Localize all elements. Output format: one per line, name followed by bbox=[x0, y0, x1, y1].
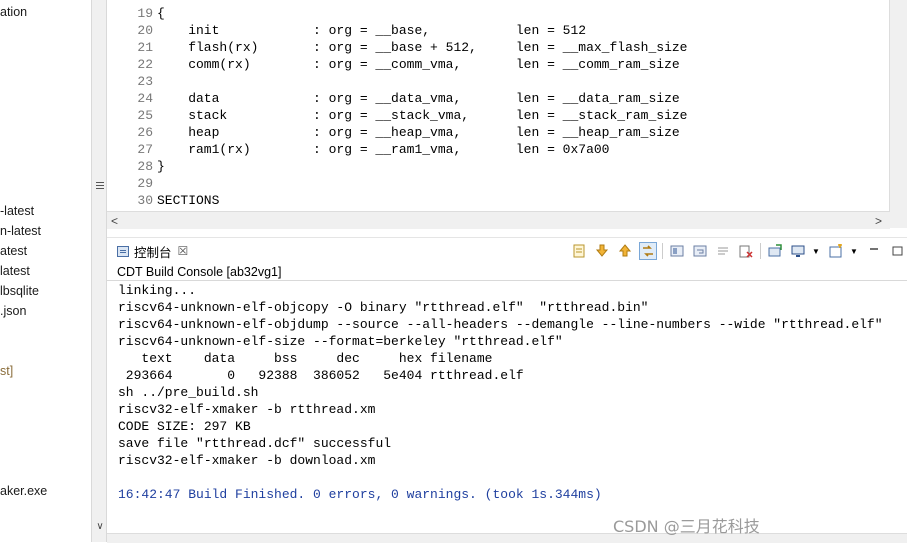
code-text: init : org = __base, len = 512 bbox=[157, 23, 587, 38]
console-line: riscv64-unknown-elf-objcopy -O binary "r… bbox=[118, 300, 649, 315]
console-line: text data bss dec hex filename bbox=[118, 351, 493, 366]
code-text: SECTIONS bbox=[157, 193, 220, 208]
console-line: linking... bbox=[118, 283, 197, 298]
clear-console-icon[interactable] bbox=[737, 242, 755, 260]
line-number: 30 bbox=[137, 193, 153, 208]
code-line[interactable]: 25 stack : org = __stack_vma, len = __st… bbox=[118, 107, 688, 124]
code-line[interactable]: 24 data : org = __data_vma, len = __data… bbox=[118, 90, 688, 107]
line-number: 21 bbox=[137, 40, 153, 55]
code-line[interactable]: 28} bbox=[118, 158, 688, 175]
code-line[interactable]: 19 { bbox=[118, 5, 688, 22]
explorer-vertical-scrollbar[interactable]: ∨ bbox=[91, 0, 107, 542]
main-area: 18MEMORY19{20 init : org = __base, len =… bbox=[107, 0, 907, 543]
code-line[interactable]: 20 init : org = __base, len = 512 bbox=[118, 22, 688, 39]
scroll-corner bbox=[890, 212, 907, 228]
display-console-icon[interactable] bbox=[789, 242, 807, 260]
code-line[interactable]: 29 bbox=[118, 175, 688, 192]
explorer-item[interactable]: atest bbox=[0, 244, 27, 258]
code-text: } bbox=[157, 159, 165, 174]
line-number: 20 bbox=[137, 23, 153, 38]
line-number: 23 bbox=[137, 74, 153, 89]
code-line[interactable]: 30 SECTIONS bbox=[118, 192, 688, 209]
console-icon bbox=[117, 245, 129, 257]
pin-console-icon[interactable] bbox=[766, 242, 784, 260]
code-text: comm(rx) : org = __comm_vma, len = __com… bbox=[157, 57, 680, 72]
explorer-item[interactable]: ation bbox=[0, 5, 27, 19]
link-icon[interactable] bbox=[639, 242, 657, 260]
code-text: data : org = __data_vma, len = __data_ra… bbox=[157, 91, 680, 106]
line-number: 27 bbox=[137, 142, 153, 157]
console-line: riscv32-elf-xmaker -b download.xm bbox=[118, 453, 376, 468]
sash-grip-icon[interactable] bbox=[96, 182, 104, 190]
code-text: { bbox=[157, 6, 165, 21]
code-text: MEMORY bbox=[157, 0, 204, 4]
word-wrap-icon[interactable] bbox=[691, 242, 709, 260]
code-line[interactable]: 26 heap : org = __heap_vma, len = __heap… bbox=[118, 124, 688, 141]
scroll-lock-icon[interactable] bbox=[668, 242, 686, 260]
explorer-item[interactable]: latest bbox=[0, 264, 30, 278]
explorer-item[interactable]: .json bbox=[0, 304, 26, 318]
line-number: 29 bbox=[137, 176, 153, 191]
watermark: CSDN @三月花科技 bbox=[613, 517, 760, 536]
arrow-down-icon[interactable] bbox=[593, 242, 611, 260]
console-line: riscv32-elf-xmaker -b rtthread.xm bbox=[118, 402, 376, 417]
chevron-down-icon[interactable]: ▼ bbox=[850, 242, 858, 260]
scroll-down-arrow-icon[interactable]: ∨ bbox=[92, 520, 108, 534]
console-output[interactable]: linking... riscv64-unknown-elf-objcopy -O… bbox=[107, 280, 907, 531]
editor-vertical-scrollbar[interactable] bbox=[889, 0, 907, 212]
toolbar-separator bbox=[760, 243, 761, 259]
arrow-up-icon[interactable] bbox=[616, 242, 634, 260]
console-title: CDT Build Console [ab32vg1] bbox=[117, 265, 282, 279]
code-text: ram1(rx) : org = __ram1_vma, len = 0x7a0… bbox=[157, 142, 610, 157]
line-number: 24 bbox=[137, 91, 153, 106]
line-number: 22 bbox=[137, 57, 153, 72]
explorer-item[interactable]: aker.exe bbox=[0, 484, 47, 498]
console-line: riscv64-unknown-elf-size --format=berkel… bbox=[118, 334, 563, 349]
chevron-down-icon[interactable]: ▼ bbox=[812, 242, 820, 260]
console-view-header: 控制台 ☒ ▼ ▼ bbox=[107, 237, 907, 264]
console-line: CODE SIZE: 297 KB bbox=[118, 419, 251, 434]
explorer-item[interactable]: lbsqlite bbox=[0, 284, 39, 298]
tab-close-icon[interactable]: ☒ bbox=[178, 244, 189, 258]
code-text: stack : org = __stack_vma, len = __stack… bbox=[157, 108, 688, 123]
project-explorer: ation -latest n-latest atest latest lbsqlite.… bbox=[0, 0, 92, 542]
scroll-right-arrow-icon[interactable]: > bbox=[875, 214, 882, 228]
code-line[interactable]: 21 flash(rx) : org = __base + 512, len =… bbox=[118, 39, 688, 56]
tab-console-label: 控制台 bbox=[134, 245, 172, 260]
code-text: flash(rx) : org = __base + 512, len = __… bbox=[157, 40, 688, 55]
code-line[interactable]: 27 ram1(rx) : org = __ram1_vma, len = 0x… bbox=[118, 141, 688, 158]
explorer-item[interactable]: n-latest bbox=[0, 224, 41, 238]
toolbar-separator bbox=[662, 243, 663, 259]
code-line[interactable]: 23 bbox=[118, 73, 688, 90]
editor-horizontal-scrollbar[interactable]: < > bbox=[107, 211, 890, 229]
line-number: 26 bbox=[137, 125, 153, 140]
code-view[interactable]: 18MEMORY19{20 init : org = __base, len =… bbox=[118, 0, 688, 209]
line-number: 25 bbox=[137, 108, 153, 123]
code-text: heap : org = __heap_vma, len = __heap_ra… bbox=[157, 125, 680, 140]
line-number: 28 bbox=[137, 159, 153, 174]
maximize-icon[interactable] bbox=[888, 242, 906, 260]
console-line: save file "rtthread.dcf" successful bbox=[118, 436, 392, 451]
code-line[interactable]: 22 comm(rx) : org = __comm_vma, len = __… bbox=[118, 56, 688, 73]
console-line: riscv64-unknown-elf-objdump --source --a… bbox=[118, 317, 883, 332]
tab-console[interactable]: 控制台 ☒ bbox=[117, 242, 188, 260]
console-text[interactable]: linking... riscv64-unknown-elf-objcopy -O… bbox=[118, 282, 883, 503]
document-icon[interactable] bbox=[570, 242, 588, 260]
line-number: 19 bbox=[137, 6, 153, 21]
console-line: sh ../pre_build.sh bbox=[118, 385, 259, 400]
console-line: 16:42:47 Build Finished. 0 errors, 0 war… bbox=[118, 487, 602, 502]
explorer-item[interactable]: -latest bbox=[0, 204, 34, 218]
open-console-icon[interactable] bbox=[827, 242, 845, 260]
console-toolbar: ▼ ▼ bbox=[570, 240, 907, 262]
console-line: 293664 0 92388 386052 5e404 rtthread.elf bbox=[118, 368, 524, 383]
scroll-left-arrow-icon[interactable]: < bbox=[111, 214, 118, 228]
word-list-icon[interactable] bbox=[714, 242, 732, 260]
explorer-item[interactable]: st] bbox=[0, 364, 13, 378]
minimize-icon[interactable] bbox=[865, 242, 883, 260]
linker-script-editor[interactable]: 18MEMORY19{20 init : org = __base, len =… bbox=[107, 0, 907, 229]
